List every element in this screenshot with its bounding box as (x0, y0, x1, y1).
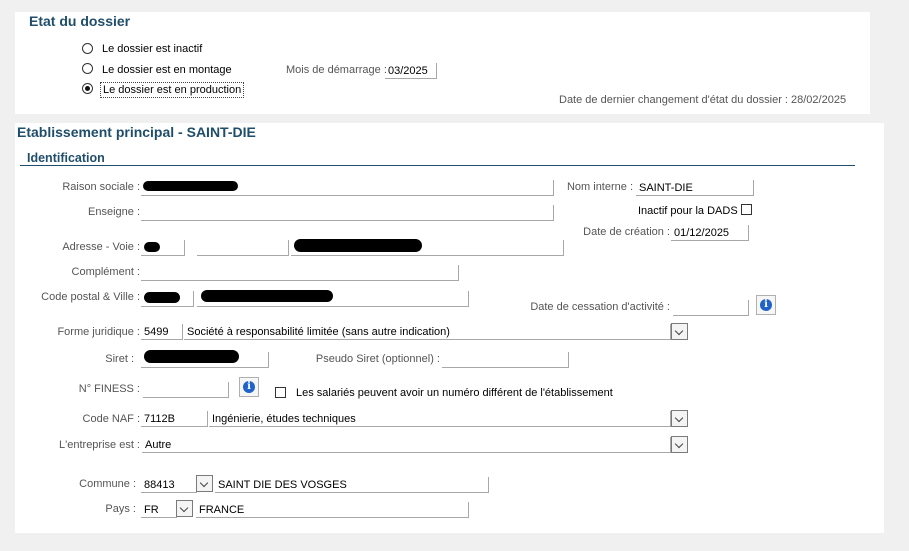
chevron-down-icon[interactable] (196, 475, 213, 492)
finess-label: N° FINESS : (78, 383, 140, 395)
commune-name-field[interactable]: SAINT DIE DES VOSGES (215, 477, 489, 493)
etablissement-title: Etablissement principal - SAINT-DIE (17, 124, 256, 140)
commune-code[interactable]: 88413 (141, 477, 197, 493)
redaction-mark (143, 181, 238, 191)
pseudo-siret-field[interactable] (442, 352, 569, 368)
entreprise-label: L'entreprise est : (59, 439, 140, 451)
etat-title: Etat du dossier (29, 13, 131, 29)
radio-montage-label[interactable]: Le dossier est en montage (102, 64, 232, 76)
date-cessation-label: Date de cessation d'activité : (530, 301, 670, 313)
info-icon: i (760, 299, 772, 311)
date-creation-field[interactable]: 01/12/2025 (671, 225, 749, 241)
entreprise-select[interactable]: Autre (142, 437, 671, 453)
radio-montage[interactable] (82, 63, 93, 74)
forme-juridique-code[interactable]: 5499 (141, 324, 183, 340)
commune-label: Commune : (79, 478, 136, 490)
redaction-mark (144, 242, 160, 252)
pseudo-siret-label: Pseudo Siret (optionnel) : (315, 353, 440, 365)
adresse-complement-numero-field[interactable] (197, 240, 289, 256)
cp-ville-label: Code postal & Ville : (41, 291, 140, 303)
siret-label: Siret : (105, 353, 134, 365)
code-naf-label: Code NAF : (82, 413, 140, 425)
date-cessation-field[interactable] (673, 300, 749, 316)
nom-interne-field[interactable]: SAINT-DIE (636, 180, 754, 196)
radio-production[interactable] (82, 83, 93, 94)
pays-name-field[interactable]: FRANCE (196, 502, 469, 518)
raison-sociale-label: Raison sociale : (62, 181, 140, 193)
redaction-mark (201, 290, 333, 302)
redaction-mark (144, 350, 239, 363)
inactif-dads-checkbox[interactable] (741, 204, 752, 215)
radio-inactif[interactable] (82, 43, 93, 54)
mois-demarrage-field[interactable]: 03/2025 (385, 63, 437, 79)
chevron-down-icon[interactable] (176, 500, 193, 517)
identification-subtitle: Identification (27, 151, 105, 165)
last-change-text: Date de dernier changement d'état du dos… (559, 94, 847, 106)
identification-underline (20, 165, 855, 166)
radio-production-label[interactable]: Le dossier est en production (100, 82, 245, 98)
nom-interne-label: Nom interne : (566, 181, 633, 193)
redaction-mark (144, 292, 180, 303)
enseigne-label: Enseigne : (88, 206, 140, 218)
code-naf-select[interactable]: Ingénierie, études techniques (209, 411, 671, 427)
salaries-label: Les salariés peuvent avoir un numéro dif… (296, 387, 613, 399)
complement-field[interactable] (141, 265, 459, 281)
salaries-checkbox[interactable] (275, 387, 286, 398)
mois-demarrage-label: Mois de démarrage : (286, 64, 387, 76)
info-icon[interactable]: i (756, 295, 776, 315)
pays-label: Pays : (105, 503, 136, 515)
chevron-down-icon[interactable] (671, 436, 688, 453)
inactif-dads-label: Inactif pour la DADS (638, 205, 738, 217)
code-naf-code[interactable]: 7112B (141, 411, 208, 427)
info-icon[interactable]: i (239, 377, 259, 397)
pays-code[interactable]: FR (141, 502, 177, 518)
finess-field[interactable] (143, 382, 229, 398)
chevron-down-icon[interactable] (671, 410, 688, 427)
adresse-voie-label: Adresse - Voie : (62, 241, 140, 253)
forme-juridique-label: Forme juridique : (57, 326, 140, 338)
chevron-down-icon[interactable] (671, 323, 688, 340)
radio-inactif-label[interactable]: Le dossier est inactif (102, 43, 202, 55)
date-creation-label: Date de création : (583, 226, 670, 238)
redaction-mark (294, 239, 422, 252)
enseigne-field[interactable] (141, 205, 554, 221)
complement-label: Complément : (71, 266, 140, 278)
etat-dossier-panel: Etat du dossier Le dossier est inactif L… (15, 12, 870, 114)
forme-juridique-select[interactable]: Société à responsabilité limitée (sans a… (184, 324, 671, 340)
info-icon: i (243, 381, 255, 393)
